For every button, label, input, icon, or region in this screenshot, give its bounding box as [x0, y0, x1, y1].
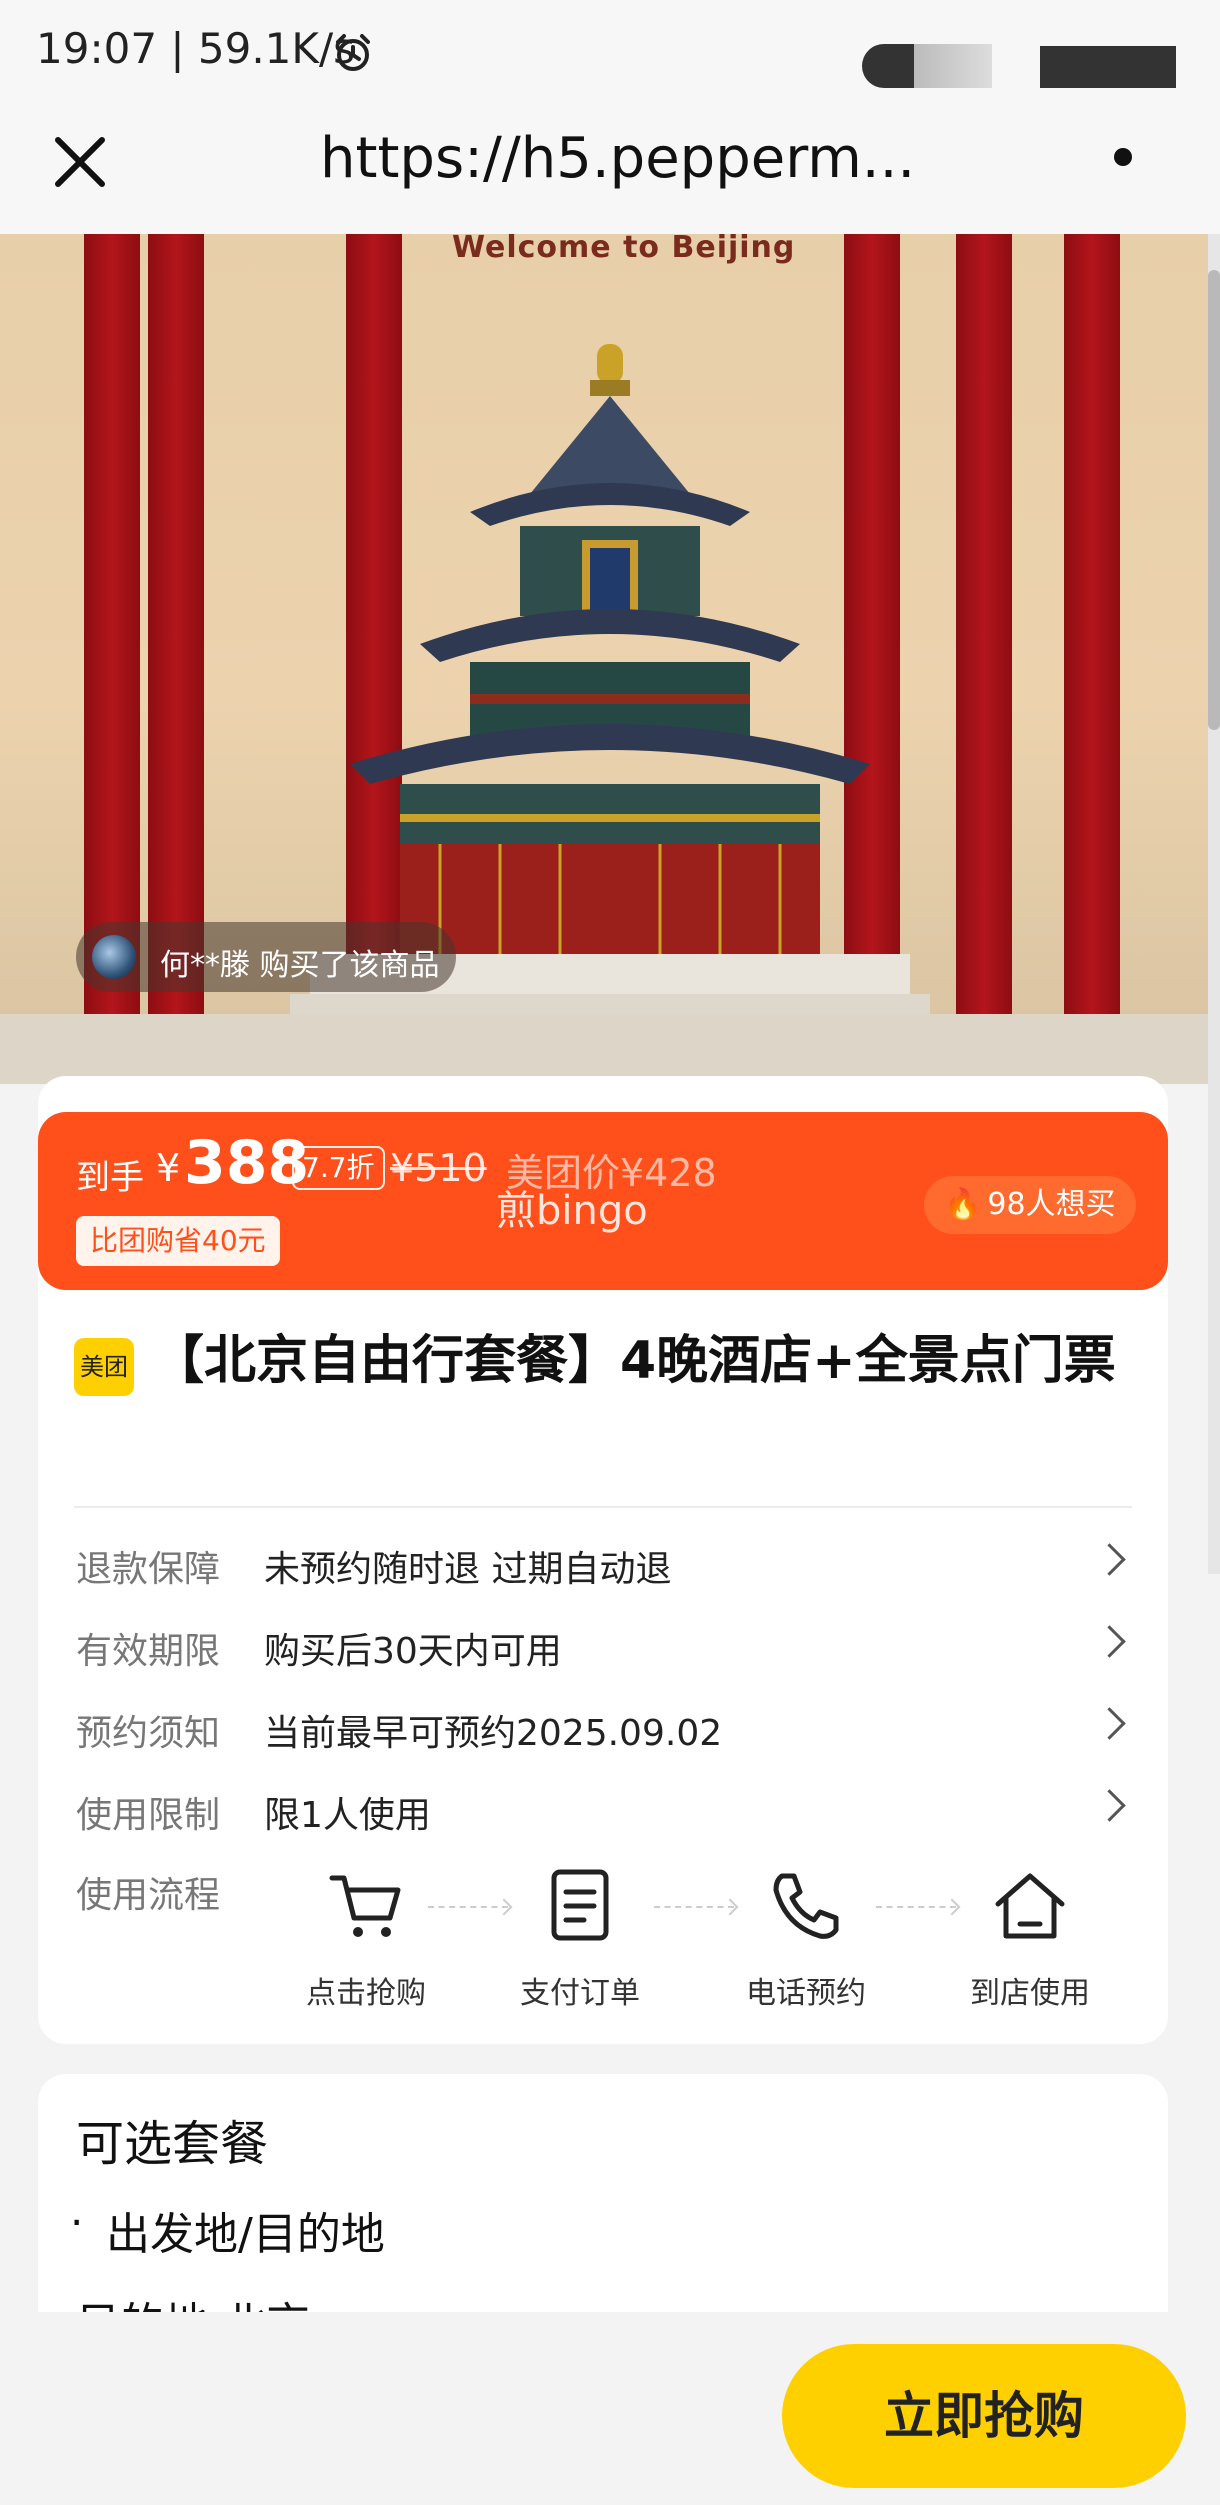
phone-icon	[773, 1873, 839, 1939]
url-bar[interactable]: https://h5.pepperm...	[320, 126, 920, 191]
status-time: 19:07 | 59.1K/s	[36, 24, 355, 73]
buy-now-button[interactable]: 立即抢购	[782, 2344, 1186, 2488]
close-icon[interactable]	[40, 122, 120, 202]
chevron-right-icon	[1093, 1625, 1126, 1658]
info-label: 预约须知	[76, 1713, 221, 1754]
info-row-validity[interactable]: 有效期限 购买后30天内可用	[0, 1622, 1220, 1692]
final-price: 388	[184, 1128, 310, 1198]
currency-symbol: ¥	[156, 1146, 181, 1190]
savings-badge: 比团购省40元	[76, 1216, 280, 1266]
flow-step-call: 电话预约	[736, 1866, 876, 2012]
recent-purchase-text: 何**滕 购买了该商品	[160, 948, 440, 983]
usage-flow-label: 使用流程	[76, 1875, 221, 1916]
divider	[74, 1506, 1132, 1508]
flow-step-pay: 支付订单	[510, 1866, 650, 2012]
flow-step-purchase: 点击抢购	[296, 1866, 436, 2012]
chevron-right-icon	[1093, 1789, 1126, 1822]
step-label: 点击抢购	[306, 1976, 426, 2011]
cart-icon	[329, 1875, 401, 1937]
flow-arrow	[654, 1906, 734, 1910]
original-price: ¥510	[390, 1146, 487, 1190]
info-label: 退款保障	[76, 1549, 221, 1590]
pillar	[1064, 234, 1120, 1084]
pillar	[956, 234, 1012, 1084]
info-value: 当前最早可预约2025.09.02	[264, 1713, 723, 1754]
info-row-usage-limit[interactable]: 使用限制 限1人使用	[0, 1786, 1220, 1856]
step-label: 到店使用	[970, 1976, 1090, 2011]
status-indicator-right	[1040, 46, 1176, 88]
flow-step-visit: 到店使用	[960, 1866, 1100, 2012]
option-origin-destination: 出发地/目的地	[106, 2209, 385, 2260]
home-icon	[995, 1873, 1065, 1939]
status-indicator-left	[862, 44, 992, 88]
info-label: 有效期限	[76, 1631, 221, 1672]
want-count-text: 98人想买	[987, 1187, 1116, 1222]
discount-badge: 7.7折	[292, 1146, 385, 1190]
meituan-logo: 美团	[74, 1338, 134, 1396]
terrace-railing	[0, 1014, 1210, 1084]
bullet: ·	[70, 2198, 84, 2247]
hero-banner-text: Welcome to Beijing	[452, 230, 796, 265]
flow-arrow	[428, 1906, 508, 1910]
product-title: 【北京自由行套餐】4晚酒店+全景点门票	[152, 1331, 1116, 1391]
info-value: 限1人使用	[264, 1795, 431, 1836]
avatar	[92, 935, 136, 979]
flow-arrow	[876, 1906, 956, 1910]
step-label: 支付订单	[520, 1976, 640, 2011]
more-menu-icon[interactable]	[1114, 148, 1132, 166]
final-price-label: 到手	[76, 1158, 144, 1198]
flame-icon: 🔥	[944, 1187, 982, 1222]
chevron-right-icon	[1093, 1707, 1126, 1740]
package-options-title: 可选套餐	[76, 2116, 269, 2172]
alarm-icon	[336, 34, 370, 71]
info-row-booking[interactable]: 预约须知 当前最早可预约2025.09.02	[0, 1704, 1220, 1774]
info-value: 购买后30天内可用	[264, 1631, 562, 1672]
info-label: 使用限制	[76, 1795, 221, 1836]
step-label: 电话预约	[746, 1976, 866, 2011]
chevron-right-icon	[1093, 1543, 1126, 1576]
scrollbar-thumb[interactable]	[1208, 270, 1220, 730]
info-row-refund[interactable]: 退款保障 未预约随时退 过期自动退	[0, 1540, 1220, 1610]
watermark-text: 煎bingo	[496, 1188, 648, 1234]
document-icon	[551, 1869, 609, 1941]
info-value: 未预约随时退 过期自动退	[264, 1549, 672, 1590]
want-count-badge: 🔥 98人想买	[924, 1176, 1136, 1234]
